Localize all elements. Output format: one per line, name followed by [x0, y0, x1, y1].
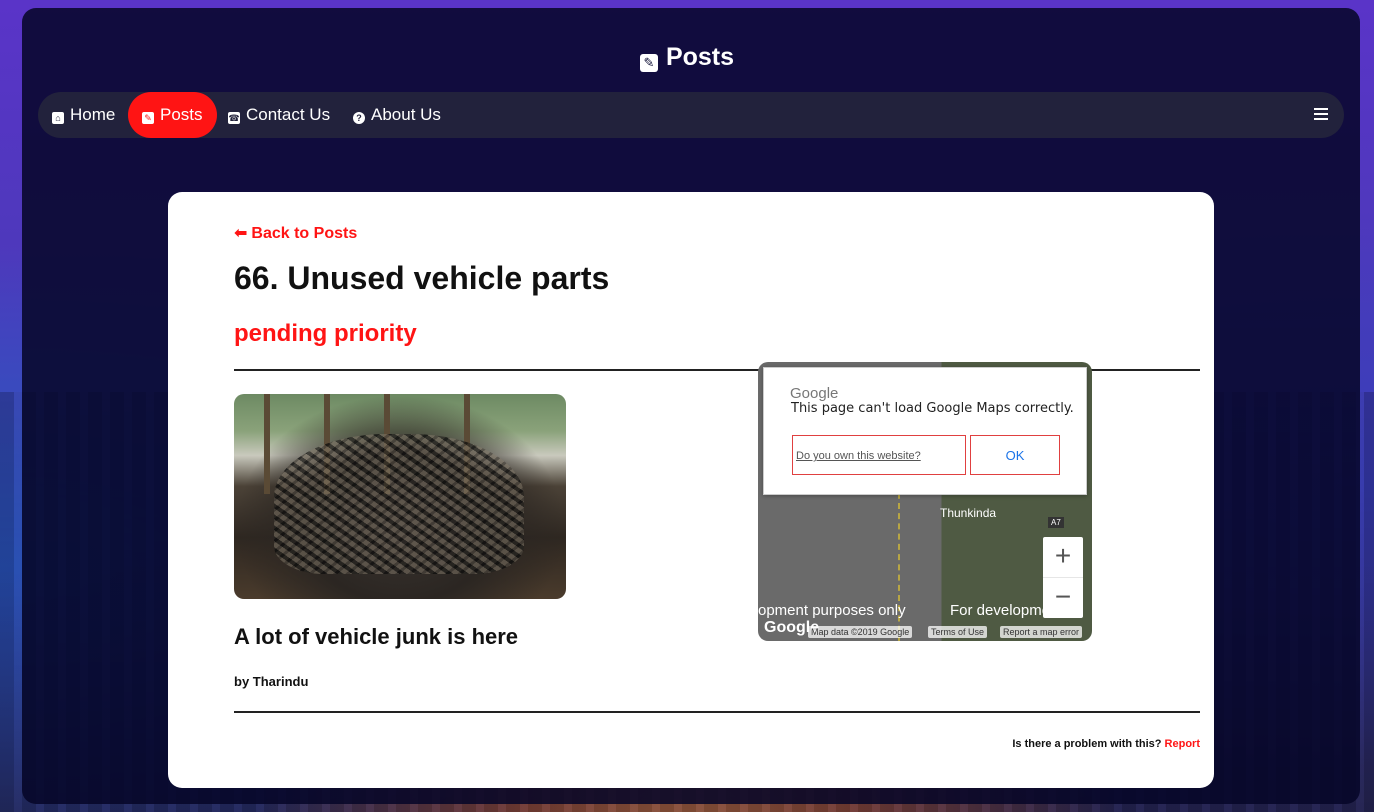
question-circle-icon: ? [353, 112, 365, 124]
nav-about-label: About Us [371, 105, 441, 124]
report-map-error-link[interactable]: Report a map error [1000, 626, 1083, 638]
main-nav: ⌂ Home ✎ Posts ☎ Contact Us ? About Us [38, 92, 1344, 138]
back-label: Back to Posts [251, 225, 358, 242]
map-attribution: Map data ©2019 Google [808, 626, 913, 638]
report-row: Is there a problem with this? Report [1012, 738, 1200, 750]
problem-text: Is there a problem with this? [1012, 738, 1162, 750]
map-error-dialog: Google This page can't load Google Maps … [763, 367, 1087, 495]
report-link[interactable]: Report [1165, 738, 1200, 750]
phone-icon: ☎ [228, 112, 240, 124]
ok-button[interactable]: OK [970, 435, 1060, 475]
nav-about[interactable]: ? About Us [339, 92, 455, 138]
road-label: A7 [1048, 517, 1064, 528]
post-byline: by Tharindu [234, 674, 309, 689]
nav-contact[interactable]: ☎ Contact Us [214, 92, 344, 138]
nav-home[interactable]: ⌂ Home [38, 92, 129, 138]
post-subheading: A lot of vehicle junk is here [234, 624, 519, 649]
post-title: 66. Unused vehicle parts [234, 260, 610, 296]
post-photo [234, 394, 566, 599]
hamburger-icon[interactable] [1314, 108, 1328, 120]
arrow-left-icon: ⬅ [234, 225, 248, 242]
zoom-out-button[interactable]: − [1043, 578, 1083, 618]
zoom-controls: + − [1043, 537, 1083, 618]
nav-posts-label: Posts [160, 105, 203, 124]
map-place-label: Thunkinda [940, 506, 997, 520]
site-title-text: Posts [665, 43, 735, 71]
map-widget[interactable]: Thunkinda A7 opment purposes only For de… [758, 362, 1092, 641]
zoom-in-button[interactable]: + [1043, 537, 1083, 577]
nav-contact-label: Contact Us [246, 105, 331, 124]
pencil-square-icon: ✎ [142, 112, 154, 124]
divider-bottom [234, 711, 1200, 713]
terms-link[interactable]: Terms of Use [928, 626, 988, 638]
site-title: ✎ Posts [0, 40, 1374, 74]
status-label: pending priority [234, 320, 417, 347]
back-to-posts-link[interactable]: ⬅ Back to Posts [234, 223, 357, 243]
map-error-message: This page can't load Google Maps correct… [791, 401, 1074, 416]
own-website-link[interactable]: Do you own this website? [792, 435, 966, 475]
nav-posts[interactable]: ✎ Posts [128, 92, 217, 138]
home-icon: ⌂ [52, 112, 64, 124]
nav-home-label: Home [70, 105, 116, 124]
pencil-square-icon: ✎ [639, 54, 658, 72]
dialog-google-logo: Google [790, 385, 839, 402]
map-dev-text-left: opment purposes only [758, 602, 906, 619]
post-card: ⬅ Back to Posts 66. Unused vehicle parts … [168, 192, 1214, 788]
